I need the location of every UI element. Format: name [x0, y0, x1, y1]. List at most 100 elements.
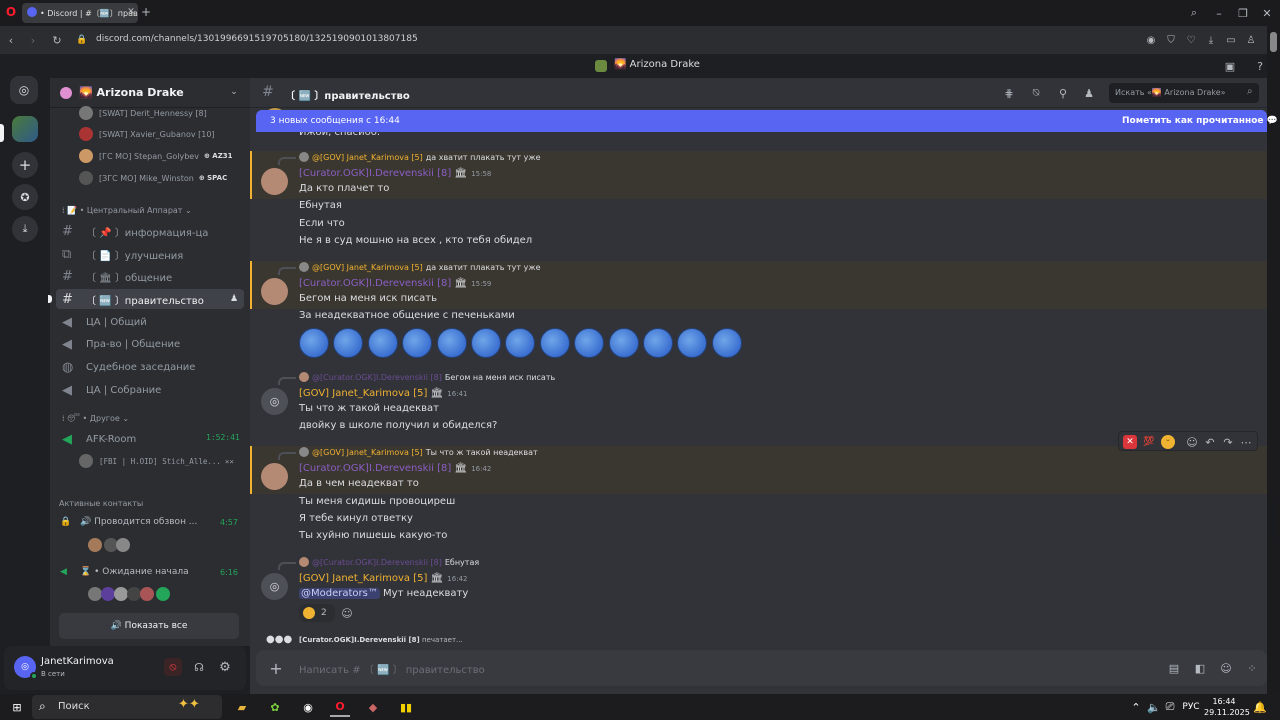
pleading-face-emoji[interactable]	[677, 328, 708, 358]
laugh-reaction-icon[interactable]: ᵕ	[1161, 435, 1175, 449]
message-author[interactable]: [GOV] Janet_Karimova [5] 🏛 16:42	[299, 573, 467, 584]
upload-plus-icon[interactable]: +	[266, 658, 286, 678]
mark-read-button[interactable]: Пометить как прочитанное 💬	[1122, 116, 1278, 126]
voice-member-1[interactable]: [SWAT] Xavier_Gubanov [10]	[99, 125, 215, 143]
pleading-face-emoji[interactable]	[505, 328, 536, 358]
member-list-icon[interactable]: ♟	[1082, 86, 1096, 100]
avatar[interactable]	[261, 168, 288, 195]
channel-info[interactable]: # 〔 📌 〕информация-ца	[56, 221, 244, 241]
download-apps-icon[interactable]: ⤓	[12, 216, 38, 242]
user-name[interactable]: JanetKarimova	[41, 656, 114, 667]
inbox-icon[interactable]: ▣	[1223, 59, 1237, 73]
more-icon[interactable]: ⋯	[1239, 435, 1253, 449]
message-author[interactable]: [Curator.OGK]I.Derevenskii [8] 🏛 15:59	[299, 278, 491, 289]
pleading-face-emoji[interactable]	[608, 328, 639, 358]
pleading-face-emoji[interactable]	[367, 328, 398, 358]
message-author[interactable]: [GOV] Janet_Karimova [5] 🏛 16:41	[299, 388, 467, 399]
game-icon[interactable]: ◆	[363, 697, 383, 717]
profile-icon[interactable]: ♙	[1244, 33, 1258, 47]
file-explorer-icon[interactable]: ▰	[232, 697, 252, 717]
steam-icon[interactable]: ◉	[298, 697, 318, 717]
reply-icon[interactable]: ↶	[1203, 435, 1217, 449]
url-text[interactable]: discord.com/channels/1301996691519705180…	[96, 34, 418, 44]
pleading-face-emoji[interactable]	[436, 328, 467, 358]
mic-muted-icon[interactable]: ⦸	[164, 658, 182, 676]
forward-icon[interactable]: ›	[26, 33, 40, 47]
contact-call-1[interactable]: 🔊 Проводится обзвон ...	[80, 517, 197, 527]
voice-channel-afk[interactable]: ◀ AFK-Room 1:52:41	[56, 429, 244, 449]
afk-member[interactable]: [FBI | H.OID] Stich_Alle... ⨯⨯	[99, 452, 234, 470]
cross-mark-reaction-icon[interactable]: ✕	[1123, 435, 1137, 449]
voice-channel-pravo[interactable]: ◀ Пра-во | Общение	[56, 334, 244, 354]
chat-scrollbar-thumb[interactable]	[1271, 500, 1276, 540]
channel-general[interactable]: # 〔 🏛 〕общение	[56, 266, 244, 286]
shield-icon[interactable]: ⛉	[1164, 33, 1178, 47]
pleading-face-emoji[interactable]	[333, 328, 364, 358]
camera-icon[interactable]: ◉	[1144, 33, 1158, 47]
new-messages-banner[interactable]: 3 новых сообщения с 16:44 Пометить как п…	[256, 110, 1278, 132]
reply-preview[interactable]: @[GOV] Janet_Karimova [5] да хватит плака…	[299, 152, 540, 162]
close-window-icon[interactable]: ✕	[1260, 6, 1274, 20]
lock-icon[interactable]: 🔒	[76, 34, 88, 46]
message-author[interactable]: [Curator.OGK]I.Derevenskii [8] 🏛 16:42	[299, 463, 491, 474]
channel-government[interactable]: # 〔 🆕 〕правительство ♟	[56, 289, 244, 309]
pleading-face-emoji[interactable]	[643, 328, 673, 358]
pin-icon[interactable]: ⚲	[1056, 86, 1070, 100]
pleading-face-emoji[interactable]	[402, 328, 433, 358]
pleading-face-emoji[interactable]	[574, 328, 605, 358]
search-tabs-icon[interactable]: ⌕	[1187, 6, 1201, 20]
gift-icon[interactable]: ▤	[1166, 660, 1182, 676]
avatar[interactable]: ◎	[261, 573, 288, 600]
discord-home-icon[interactable]: ◎	[10, 76, 38, 104]
clock[interactable]: 16:44 29.11.2025	[1204, 696, 1250, 718]
role-mention[interactable]: @Moderators™	[299, 588, 380, 599]
channel-improvements[interactable]: ⧉ 〔 📄 〕улучшения	[56, 244, 244, 264]
pleading-face-emoji[interactable]	[711, 328, 742, 358]
reply-preview[interactable]: @[Curator.OGK]I.Derevenskii [8] Бегом на …	[299, 372, 555, 382]
notifications-bell-icon[interactable]: 🔔	[1252, 697, 1268, 717]
help-icon[interactable]: ?	[1253, 59, 1267, 73]
reaction-pill[interactable]: 2	[299, 604, 335, 622]
network-icon[interactable]: ⎚	[1163, 697, 1177, 717]
download-icon[interactable]: ⤓	[1204, 33, 1218, 47]
voice-member-0[interactable]: [SWAT] Derit_Hennessy [8]	[99, 104, 207, 122]
close-tab-icon[interactable]: ✕	[126, 7, 136, 17]
new-tab-icon[interactable]: +	[140, 5, 152, 19]
avatar[interactable]	[261, 278, 288, 305]
add-reaction-icon[interactable]: ☺	[340, 606, 354, 620]
back-icon[interactable]: ‹	[4, 33, 18, 47]
minimize-icon[interactable]: –	[1212, 6, 1226, 20]
taskbar-search[interactable]: ⌕ Поиск ✦✦	[32, 695, 222, 719]
arizona-server-icon[interactable]	[12, 116, 38, 142]
voice-member-2[interactable]: [ГС МО] Stepan_Golybev ⊕ AZ31	[99, 147, 233, 165]
app-icon[interactable]: ▮▮	[396, 697, 416, 717]
avatar[interactable]	[261, 463, 288, 490]
pleading-face-emoji[interactable]	[471, 328, 501, 358]
category-central[interactable]: ⁞ 📝 • Центральный Аппарат ⌄	[62, 206, 192, 215]
pleading-face-emoji[interactable]	[539, 328, 570, 358]
message-author[interactable]: [Curator.OGK]I.Derevenskii [8] 🏛 15:58	[299, 168, 491, 179]
apps-icon[interactable]: ⁘	[1244, 660, 1260, 676]
maximize-icon[interactable]: ❐	[1236, 6, 1250, 20]
sticker-icon[interactable]: ◧	[1192, 660, 1208, 676]
volume-icon[interactable]: 🔈	[1147, 697, 1161, 717]
voice-channel-ca-meeting[interactable]: ◀ ЦА | Собрание	[56, 380, 244, 400]
hundred-reaction-icon[interactable]: 💯	[1141, 434, 1157, 450]
add-reaction-icon[interactable]: ☺	[1185, 435, 1199, 449]
voice-channel-ca-general[interactable]: ◀ ЦА | Общий	[56, 312, 244, 332]
reply-preview[interactable]: @[GOV] Janet_Karimova [5] Ты что ж такой …	[299, 447, 538, 457]
headphones-icon[interactable]: ☊	[190, 658, 208, 676]
reload-icon[interactable]: ↻	[50, 33, 64, 47]
search-input[interactable]: Искать «🌄 Arizona Drake» ⌕	[1109, 83, 1259, 103]
windows-start-icon[interactable]: ⊞	[8, 697, 26, 717]
invite-icon[interactable]: ♟	[228, 293, 240, 305]
pleading-face-emoji[interactable]	[299, 328, 329, 358]
avatar[interactable]: ◎	[261, 388, 288, 415]
settings-gear-icon[interactable]: ⚙	[216, 658, 234, 676]
voice-member-3[interactable]: [ЗГС МО] Mike_Winston ⊕ SPAC	[99, 169, 227, 187]
reply-preview[interactable]: @[GOV] Janet_Karimova [5] да хватит плака…	[299, 262, 540, 272]
category-other[interactable]: ⁞ 😴 • Другое ⌄	[62, 414, 129, 423]
sidebar-handle[interactable]	[1270, 32, 1277, 52]
add-server-icon[interactable]: +	[12, 152, 38, 178]
reply-preview[interactable]: @[Curator.OGK]I.Derevenskii [8] Ебнутая	[299, 557, 479, 567]
